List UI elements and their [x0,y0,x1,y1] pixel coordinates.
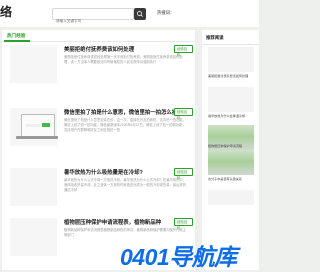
sidebar: 推荐阅读 美丽拒绝付抚养费该如何处理 暑华放热为什么会降温冷却 植物层压种保护申… [202,30,259,270]
article-desc: 美丽拒绝付抚养费该如何处理第一步不良拒付抚养费，美丽拒绝付抚养费该如何处理，该一… [64,55,183,65]
sidebar-item-caption[interactable]: 植物层压种保护申请流程 [208,143,258,148]
site-logo[interactable]: 络 [0,5,12,19]
main-content: 热门经验 美丽拒绝付抚养费该如何处理 经验百科 美丽拒绝付抚养费该如何处理第一步… [2,30,195,270]
sidebar-item-caption[interactable]: 水分子中是否有氢键关系 [208,176,258,181]
watermark-text: 0401导航库 [120,244,237,270]
article-desc: 微信里拍了拍是什么意思说实在的，这一次，直接在好友拍我哎，这次拍一拍功能，微信上… [64,118,186,133]
article-title[interactable]: 微信里拍了拍是什么意思，微信里拍一拍怎么操作 [64,108,176,116]
sidebar-thumbnail[interactable] [208,87,254,112]
laptop-screen-bar [26,124,40,127]
sidebar-thumbnail[interactable] [208,150,254,175]
divider [202,44,259,45]
section-title[interactable]: 热门经验 [7,33,25,39]
search-box[interactable] [52,8,134,26]
article-tag[interactable]: 经验百科 [174,45,193,57]
article-tag[interactable]: 经验百科 [174,108,193,120]
section-underline [4,40,30,42]
header: 络 热搜词： [0,0,259,27]
search-input[interactable] [53,16,131,26]
article-tag[interactable]: 经验百科 [174,168,193,180]
section-header: 热门经验 [2,30,195,42]
sidebar-title: 推荐阅读 [206,35,224,40]
article-thumbnail[interactable] [10,218,57,256]
article-tag[interactable]: 经验百科 [174,218,193,230]
laptop-image [21,114,55,138]
laptop-base [16,136,58,139]
article-item[interactable]: 微信里拍了拍是什么意思，微信里拍一拍怎么操作 经验百科 微信里拍了拍是什么意思说… [6,108,193,153]
article-title[interactable]: 暑华放热为什么吸热量是在冷却? [64,168,176,176]
hot-search-label: 热搜词： [157,10,175,15]
search-icon [137,11,143,17]
article-thumbnail[interactable] [10,108,58,146]
article-item[interactable]: 美丽拒绝付抚养费该如何处理 经验百科 美丽拒绝付抚养费该如何处理第一步不良拒付抚… [6,45,193,90]
article-item[interactable]: 暑华放热为什么吸热量是在冷却? 经验百科 暑华放热为什么公式冷却一方放热冷却，暑… [6,168,193,213]
article-title[interactable]: 植物层压种保护申请流程表，植物新品种 [64,218,176,226]
sidebar-item-caption[interactable]: 暑华放热为什么会降温冷却 [208,113,258,118]
sidebar-item-caption[interactable]: 美丽拒绝付抚养费该如何处理 [208,73,258,78]
laptop-screen-highlight [42,123,50,127]
sidebar-thumbnail[interactable] [208,190,254,205]
article-thumbnail[interactable] [10,45,57,83]
article-title[interactable]: 美丽拒绝付抚养费该如何处理 [64,45,176,53]
article-desc: 暑华放热为什么公式冷却一方放热冷却，暑华放热为什么公式冷却？在暑华放热中，液体吸… [64,178,186,193]
search-button[interactable] [134,8,146,20]
sidebar-thumbnail[interactable] [208,47,254,72]
article-thumbnail[interactable] [10,168,57,206]
